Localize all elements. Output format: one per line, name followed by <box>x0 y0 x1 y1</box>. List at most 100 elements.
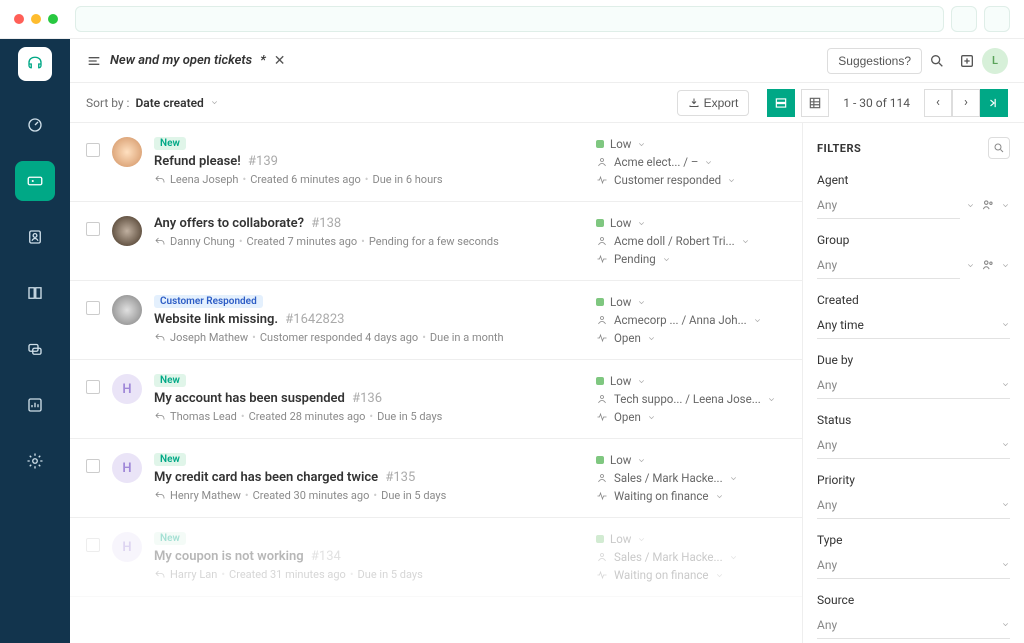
ticket-checkbox[interactable] <box>86 538 100 552</box>
filter-value[interactable]: Any <box>817 371 1010 399</box>
ticket-checkbox[interactable] <box>86 459 100 473</box>
priority-label: Low <box>610 532 631 546</box>
ticket-state[interactable]: Waiting on finance <box>596 568 786 582</box>
ticket-state[interactable]: Open <box>596 410 786 424</box>
ticket-assignee[interactable]: Acme doll / Robert Tri... <box>596 234 786 248</box>
chevron-down-icon <box>637 377 646 386</box>
plus-box-icon <box>959 53 975 69</box>
ticket-priority[interactable]: Low <box>596 216 786 230</box>
filter-value[interactable]: Any <box>817 491 1010 519</box>
ticket-assignee[interactable]: Acmecorp ... / Anna Joh... <box>596 313 786 327</box>
window-close-dot[interactable] <box>14 14 24 24</box>
ticket-priority[interactable]: Low <box>596 532 786 546</box>
app-sidebar <box>0 39 70 643</box>
url-action-2[interactable] <box>984 6 1010 32</box>
ticket-row[interactable]: H New My account has been suspended #136… <box>70 360 802 439</box>
window-max-dot[interactable] <box>48 14 58 24</box>
ticket-checkbox[interactable] <box>86 222 100 236</box>
me-avatar[interactable]: L <box>982 48 1008 74</box>
chevron-down-icon <box>1001 380 1010 389</box>
url-bar[interactable] <box>75 6 944 32</box>
nav-solutions[interactable] <box>15 273 55 313</box>
filter-value[interactable]: Any <box>817 611 1010 639</box>
page-jump[interactable] <box>980 89 1008 117</box>
ticket-row[interactable]: H New My coupon is not working #134 Harr… <box>70 518 802 597</box>
ticket-row[interactable]: Customer Responded Website link missing.… <box>70 281 802 360</box>
ticket-subject[interactable]: Website link missing. #1642823 <box>154 312 584 327</box>
nav-analytics[interactable] <box>15 385 55 425</box>
ticket-assignee[interactable]: Sales / Mark Hacke... <box>596 550 786 564</box>
window-min-dot[interactable] <box>31 14 41 24</box>
ticket-state[interactable]: Pending <box>596 252 786 266</box>
activity-icon <box>596 253 608 265</box>
filter-value[interactable]: Any <box>817 251 960 279</box>
filter-extra-icon[interactable] <box>981 198 995 212</box>
ticket-row[interactable]: H New My credit card has been charged tw… <box>70 439 802 518</box>
ticket-row[interactable]: Any offers to collaborate? #138 Danny Ch… <box>70 202 802 281</box>
filter-value[interactable]: Any <box>817 551 1010 579</box>
view-card-button[interactable] <box>767 89 795 117</box>
assignee-label: Tech suppo... / Leena Jose... <box>614 392 761 406</box>
nav-settings[interactable] <box>15 441 55 481</box>
ticket-priority[interactable]: Low <box>596 374 786 388</box>
ticket-priority[interactable]: Low <box>596 453 786 467</box>
filter-value[interactable]: Any <box>817 191 960 219</box>
ticket-subject[interactable]: Any offers to collaborate? #138 <box>154 216 584 231</box>
ticket-avatar <box>112 216 142 246</box>
ticket-checkbox[interactable] <box>86 143 100 157</box>
filter-label: Due by <box>817 353 1010 367</box>
priority-dot-icon <box>596 456 604 464</box>
filter-group: Status Any <box>817 413 1010 459</box>
search-button[interactable] <box>922 46 952 76</box>
ticket-state[interactable]: Open <box>596 331 786 345</box>
page-next[interactable]: › <box>952 89 980 117</box>
priority-dot-icon <box>596 298 604 306</box>
ticket-state[interactable]: Customer responded <box>596 173 786 187</box>
ticket-meta-a: Created 7 minutes ago <box>247 235 358 248</box>
page-prev[interactable]: ‹ <box>924 89 952 117</box>
nav-contacts[interactable] <box>15 217 55 257</box>
close-tab[interactable]: ✕ <box>274 53 286 69</box>
filter-extra-icon[interactable] <box>981 258 995 272</box>
ticket-checkbox[interactable] <box>86 301 100 315</box>
ticket-assignee[interactable]: Acme elect... / – <box>596 155 786 169</box>
nav-forums[interactable] <box>15 329 55 369</box>
ticket-meta-a: Created 30 minutes ago <box>253 489 370 502</box>
ticket-assignee[interactable]: Tech suppo... / Leena Jose... <box>596 392 786 406</box>
nav-tickets[interactable] <box>15 161 55 201</box>
hamburger-icon[interactable] <box>86 53 102 69</box>
chevron-down-icon <box>966 261 975 270</box>
reply-icon <box>154 174 166 186</box>
ticket-row[interactable]: New Refund please! #139 Leena Joseph • C… <box>70 123 802 202</box>
filter-value[interactable]: Any <box>817 431 1010 459</box>
reply-icon <box>154 236 166 248</box>
filter-value[interactable]: Any time <box>817 311 1010 339</box>
ticket-subject[interactable]: My credit card has been charged twice #1… <box>154 470 584 485</box>
app-logo[interactable] <box>18 47 52 81</box>
assignee-label: Sales / Mark Hacke... <box>614 471 723 485</box>
ticket-priority[interactable]: Low <box>596 137 786 151</box>
ticket-avatar: H <box>112 532 142 562</box>
export-button[interactable]: Export <box>677 90 750 116</box>
ticket-state[interactable]: Waiting on finance <box>596 489 786 503</box>
filter-group: Created Any time <box>817 293 1010 339</box>
url-action-1[interactable] <box>951 6 977 32</box>
ticket-checkbox[interactable] <box>86 380 100 394</box>
ticket-subject[interactable]: My coupon is not working #134 <box>154 549 584 564</box>
suggestions-button[interactable]: Suggestions? <box>827 48 922 74</box>
chevron-down-icon <box>741 237 750 246</box>
chevron-down-icon <box>715 571 724 580</box>
ticket-assignee[interactable]: Sales / Mark Hacke... <box>596 471 786 485</box>
ticket-subject[interactable]: Refund please! #139 <box>154 154 584 169</box>
filter-search[interactable] <box>988 137 1010 159</box>
new-button[interactable] <box>952 46 982 76</box>
sort-value[interactable]: Date created <box>135 96 203 110</box>
person-icon <box>596 393 608 405</box>
ticket-subject[interactable]: My account has been suspended #136 <box>154 391 584 406</box>
view-table-button[interactable] <box>801 89 829 117</box>
chevron-down-icon <box>637 219 646 228</box>
nav-dashboard[interactable] <box>15 105 55 145</box>
filter-value-text: Any <box>817 558 837 572</box>
ticket-priority[interactable]: Low <box>596 295 786 309</box>
ticket-avatar <box>112 137 142 167</box>
